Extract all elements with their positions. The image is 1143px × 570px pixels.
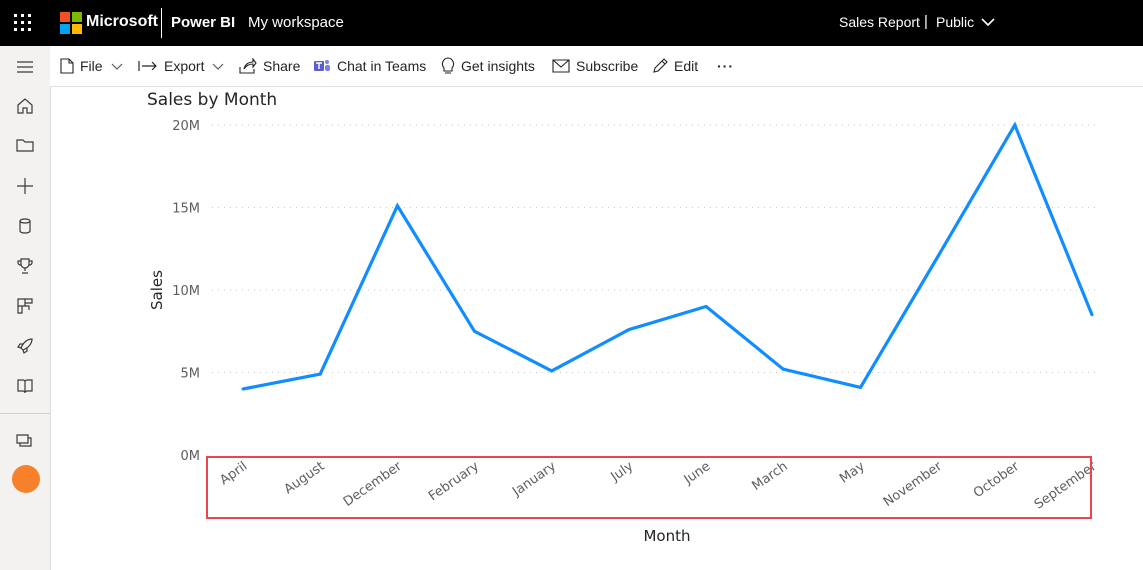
data-point[interactable] [1013, 123, 1017, 127]
microsoft-logo-icon [60, 12, 82, 34]
data-point[interactable] [318, 372, 322, 376]
y-axis-title: Sales [148, 270, 166, 310]
hamburger-icon[interactable] [16, 58, 34, 76]
pencil-icon [653, 58, 668, 73]
get-insights-button[interactable]: Get insights [441, 46, 535, 86]
export-menu[interactable]: Export [138, 46, 231, 86]
data-point[interactable] [858, 385, 862, 389]
chat-in-teams-button[interactable]: Chat in Teams [313, 46, 426, 86]
file-icon [60, 58, 74, 74]
chevron-down-icon [213, 63, 224, 70]
folder-icon[interactable] [16, 136, 34, 154]
rail-divider [0, 413, 50, 414]
chart-title: Sales by Month [147, 90, 277, 110]
share-button[interactable]: Share [239, 46, 300, 86]
report-toolbar: File Export Share Chat in Teams Get insi… [50, 46, 1143, 87]
x-axis-highlight-box [206, 456, 1092, 519]
report-separator: | [924, 13, 928, 30]
sales-series-points [241, 123, 1094, 391]
plus-icon[interactable] [16, 177, 34, 195]
visibility-label[interactable]: Public [936, 14, 974, 30]
get-insights-label: Get insights [461, 58, 535, 74]
edit-button[interactable]: Edit [652, 46, 698, 86]
chevron-down-icon [111, 63, 122, 70]
subscribe-button[interactable]: Subscribe [552, 46, 638, 86]
workspaces-icon[interactable] [16, 432, 34, 450]
y-tick-label: 5M [181, 367, 201, 382]
app-launcher-icon[interactable] [14, 14, 32, 32]
avatar[interactable] [12, 465, 40, 493]
y-tick-label: 0M [181, 449, 201, 464]
data-point[interactable] [395, 204, 399, 208]
data-point[interactable] [241, 387, 245, 391]
rocket-icon[interactable] [16, 337, 34, 355]
teams-icon [314, 60, 330, 71]
grid-lines [212, 124, 1100, 373]
x-axis-title: Month [643, 527, 690, 545]
home-icon[interactable] [16, 97, 34, 115]
lightbulb-icon [441, 57, 455, 74]
chevron-down-icon[interactable] [980, 14, 996, 30]
book-icon[interactable] [16, 377, 34, 395]
subscribe-label: Subscribe [576, 58, 639, 74]
datahub-icon[interactable] [16, 217, 34, 235]
file-label: File [80, 58, 103, 74]
share-label: Share [263, 58, 301, 74]
y-tick-label: 10M [172, 284, 200, 299]
share-icon [239, 58, 257, 74]
edit-label: Edit [674, 58, 699, 74]
export-icon [138, 61, 157, 71]
data-point[interactable] [704, 305, 708, 308]
product-name[interactable]: Power BI [171, 14, 235, 31]
top-bar: Microsoft Power BI My workspace Sales Re… [0, 0, 1143, 46]
left-nav-rail [0, 46, 51, 570]
y-axis-ticks: 0M 5M 10M 15M 20M [172, 119, 200, 464]
data-point[interactable] [781, 367, 785, 371]
data-point[interactable] [1090, 313, 1094, 317]
y-tick-label: 20M [172, 119, 200, 134]
header-divider [161, 8, 162, 38]
data-point[interactable] [550, 369, 554, 373]
mail-icon [552, 59, 570, 73]
y-tick-label: 15M [172, 202, 200, 217]
workspace-link[interactable]: My workspace [248, 14, 344, 31]
apps-icon[interactable] [16, 297, 34, 315]
data-point[interactable] [936, 255, 940, 259]
report-name[interactable]: Sales Report [839, 14, 920, 30]
sales-series-line[interactable] [242, 121, 1094, 391]
data-point[interactable] [627, 328, 631, 332]
data-point[interactable] [473, 329, 477, 333]
trophy-icon[interactable] [16, 257, 34, 275]
file-menu[interactable]: File [60, 46, 130, 86]
chat-in-teams-label: Chat in Teams [337, 58, 427, 74]
export-label: Export [164, 58, 205, 74]
more-options-button[interactable]: ··· [717, 46, 734, 86]
company-name[interactable]: Microsoft [86, 13, 158, 31]
